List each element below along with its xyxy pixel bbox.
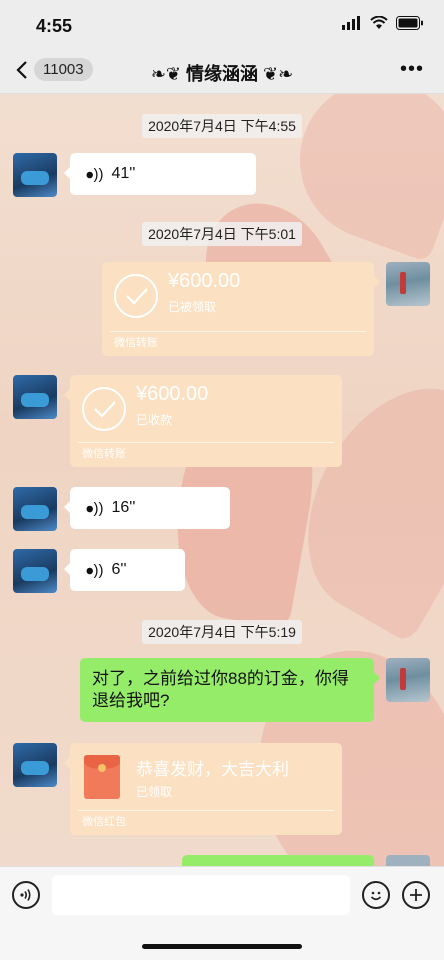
red-packet-title: 恭喜发财，大吉大利 [136, 760, 289, 779]
voice-message[interactable]: ⦁)) 16'' [64, 487, 230, 529]
transfer-status: 已被领取 [168, 300, 217, 314]
transfer-card-incoming[interactable]: ¥600.00 已收款 微信转账 [64, 375, 342, 467]
home-indicator [142, 944, 302, 949]
title-decor-left: ❧❦ [150, 64, 181, 84]
check-icon [114, 274, 158, 318]
transfer-footer: 微信转账 [114, 337, 158, 349]
message-input[interactable] [52, 875, 350, 915]
contact-name: 情缘涵涵 [186, 64, 258, 84]
my-avatar-partial [386, 855, 430, 866]
transfer-amount: ¥600.00 [136, 383, 209, 405]
contact-avatar[interactable] [13, 743, 57, 787]
voice-icon: ⦁)) [86, 499, 104, 517]
wifi-icon [370, 16, 388, 29]
timestamp: 2020年7月4日 下午5:19 [0, 620, 444, 644]
status-bar: 4:55 [0, 0, 444, 48]
transfer-footer: 微信转账 [82, 448, 126, 460]
chat-header: 11003 ❧❦ 情缘涵涵 ❦❧ ••• [0, 48, 444, 94]
red-packet-card[interactable]: 恭喜发财，大吉大利 已领取 微信红包 [64, 743, 342, 835]
red-packet-status: 已领取 [136, 785, 173, 799]
contact-avatar[interactable] [13, 487, 57, 531]
signal-icon [342, 16, 360, 30]
voice-message[interactable]: ⦁)) 6'' [64, 549, 185, 591]
voice-message[interactable]: ⦁)) 41'' [64, 153, 256, 195]
timestamp: 2020年7月4日 下午5:01 [0, 222, 444, 246]
voice-duration: 16'' [111, 499, 136, 516]
my-avatar[interactable] [386, 658, 430, 702]
red-envelope-icon [84, 755, 120, 799]
voice-icon: ⦁)) [86, 165, 104, 183]
transfer-status: 已收款 [136, 413, 173, 427]
text-message-outgoing-partial[interactable] [182, 855, 374, 866]
voice-input-icon[interactable] [12, 881, 40, 909]
status-time: 4:55 [36, 16, 73, 36]
chat-title: ❧❦ 情缘涵涵 ❦❧ [0, 60, 444, 86]
timestamp: 2020年7月4日 下午4:55 [0, 114, 444, 138]
contact-avatar[interactable] [13, 375, 57, 419]
voice-icon: ⦁)) [86, 561, 104, 579]
my-avatar[interactable] [386, 262, 430, 306]
transfer-card-outgoing[interactable]: ¥600.00 已被领取 微信转账 [102, 262, 380, 356]
check-icon [82, 387, 126, 431]
title-decor-right: ❦❧ [263, 64, 294, 84]
voice-duration: 41'' [111, 165, 136, 182]
emoji-icon[interactable] [362, 881, 390, 909]
plus-icon[interactable] [402, 881, 430, 909]
more-icon[interactable]: ••• [400, 58, 424, 81]
transfer-amount: ¥600.00 [168, 270, 241, 292]
contact-avatar[interactable] [13, 549, 57, 593]
red-packet-footer: 微信红包 [82, 816, 126, 828]
contact-avatar[interactable] [13, 153, 57, 197]
voice-duration: 6'' [111, 561, 127, 578]
message-text: 对了，之前给过你88的订金，你得退给我吧? [92, 669, 349, 710]
text-message-outgoing[interactable]: 对了，之前给过你88的订金，你得退给我吧? [80, 658, 380, 722]
battery-icon [396, 16, 423, 30]
